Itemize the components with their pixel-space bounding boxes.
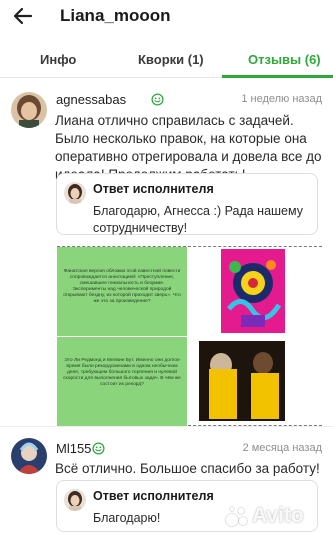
- avito-watermark: Avito: [224, 503, 326, 531]
- watermark-text: Avito: [252, 504, 304, 527]
- positive-review-smile-icon: [151, 93, 164, 106]
- reply-title: Ответ исполнителя: [93, 489, 214, 503]
- tab-bar: Инфо Кворки (1) Отзывы (6): [0, 44, 333, 78]
- positive-review-smile-icon: [92, 442, 105, 455]
- user-photo-icon: [11, 438, 47, 474]
- seller-reply: Ответ исполнителя Благодарю, Агнесса :) …: [56, 173, 318, 235]
- avatar[interactable]: [11, 438, 47, 474]
- review-username[interactable]: agnessabas: [56, 92, 126, 107]
- seller-photo-icon: [64, 489, 86, 511]
- tab-reviews[interactable]: Отзывы (6): [248, 52, 321, 67]
- book-cover-illustration: [221, 249, 285, 333]
- user-photo-icon: [11, 92, 47, 128]
- seller-avatar: [64, 182, 86, 204]
- tab-kworks[interactable]: Кворки (1): [138, 52, 204, 67]
- record-holders-photo: [199, 341, 285, 421]
- review-divider: [0, 426, 333, 427]
- review-text: Всё отлично. Большое спасибо за работу!: [55, 461, 320, 476]
- attachment-caption-2: Это Ли Редмонд и Мелвин Бут. Именно они …: [63, 358, 181, 387]
- review-date: 2 месяца назад: [242, 442, 322, 454]
- seller-photo-icon: [64, 182, 86, 204]
- top-bar: Liana_mooon: [0, 0, 333, 34]
- attachment-caption-1: Фанатская версия обложки этой известной …: [63, 269, 181, 304]
- avito-logo-icon: [225, 506, 248, 527]
- page-title: Liana_mooon: [60, 6, 171, 25]
- active-tab-indicator: [222, 75, 333, 78]
- reply-title: Ответ исполнителя: [93, 182, 214, 196]
- review-attachment-image[interactable]: Фанатская версия обложки этой известной …: [57, 246, 322, 426]
- review-date: 1 неделю назад: [241, 93, 322, 105]
- attachment-panel-1: Фанатская версия обложки этой известной …: [57, 247, 187, 336]
- reply-text: Благодарю, Агнесса :) Рада нашему сотруд…: [93, 204, 303, 235]
- avatar[interactable]: [11, 92, 47, 128]
- tab-info[interactable]: Инфо: [40, 52, 76, 67]
- seller-avatar: [64, 489, 86, 511]
- review-username[interactable]: Ml155: [56, 441, 91, 456]
- arrow-left-icon[interactable]: [12, 5, 34, 27]
- attachment-panel-2: Это Ли Редмонд и Мелвин Бут. Именно они …: [57, 337, 187, 426]
